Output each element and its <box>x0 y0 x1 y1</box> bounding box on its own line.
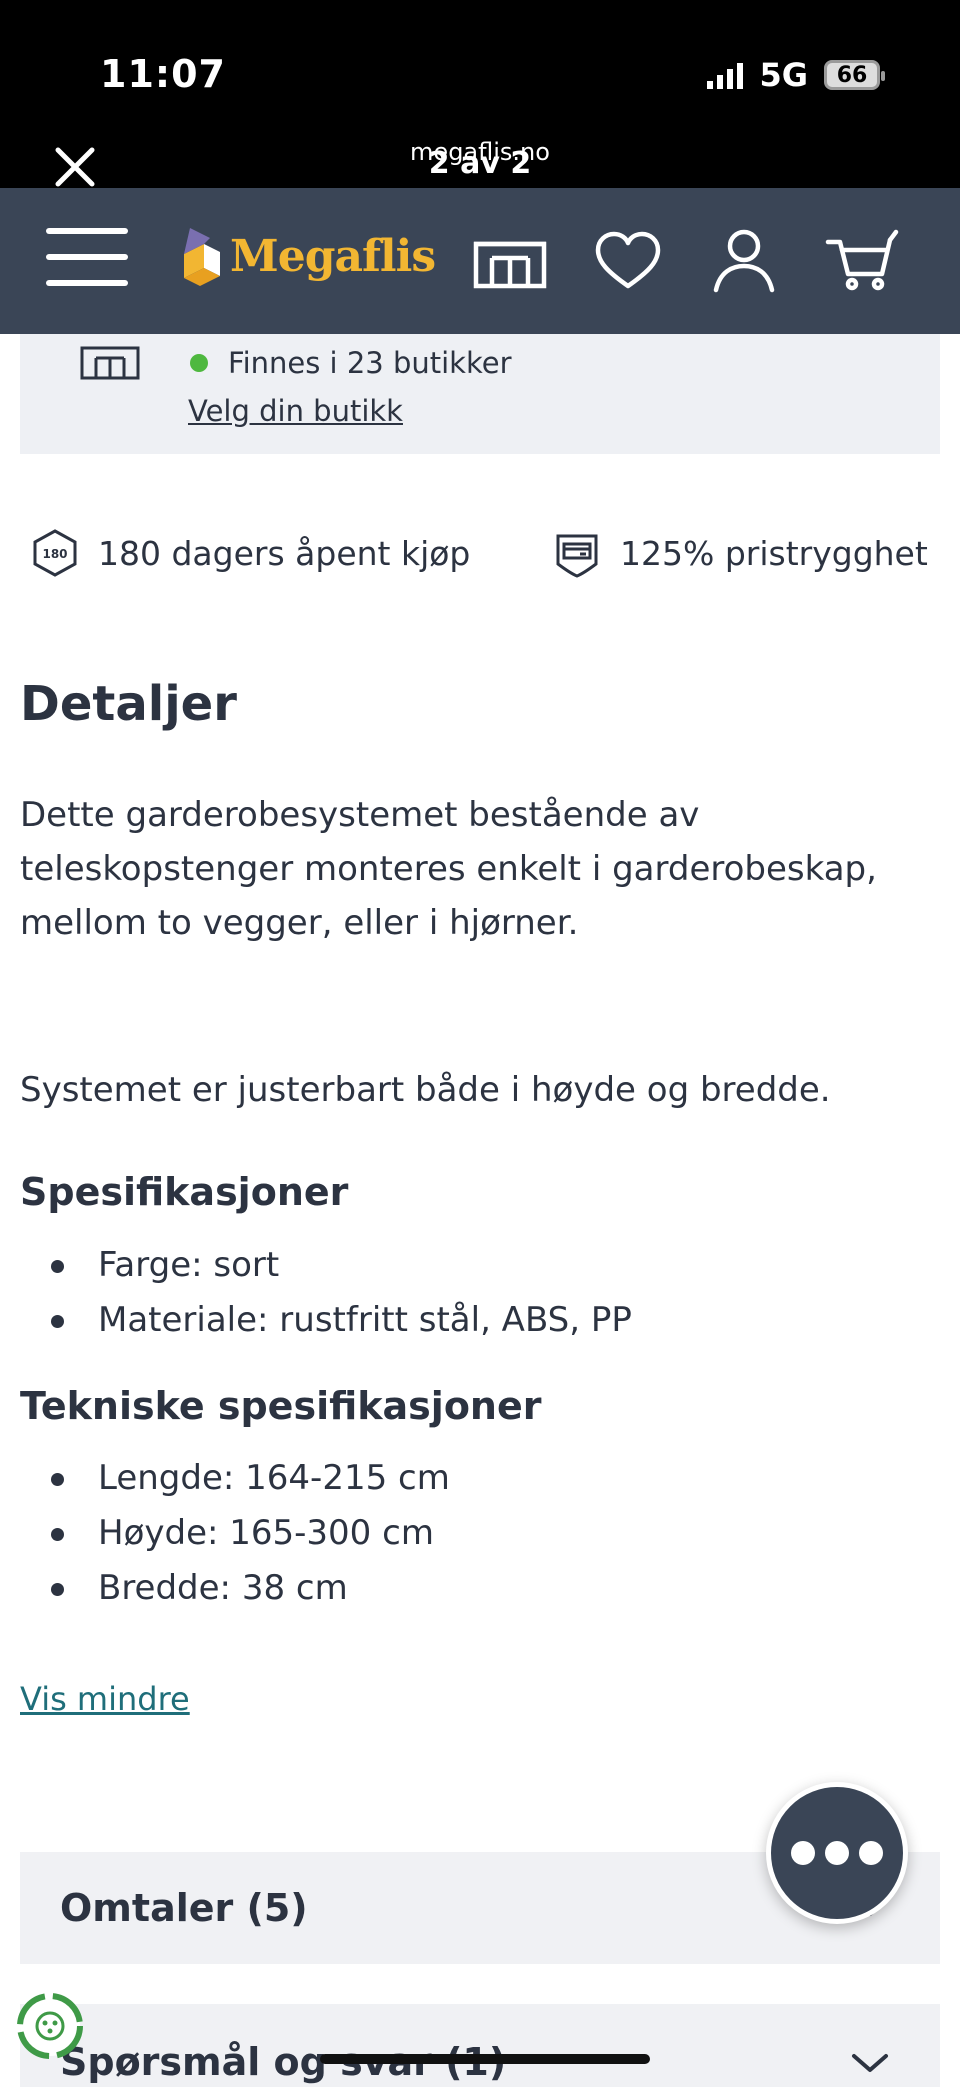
show-less-link[interactable]: Vis mindre <box>20 1680 190 1718</box>
specs-list: Farge: sort Materiale: rustfritt stål, A… <box>48 1238 632 1348</box>
eco-recycle-icon[interactable] <box>14 1990 86 2062</box>
viewer-counter: 2 av 2 <box>428 146 532 181</box>
network-type: 5G <box>759 56 808 94</box>
heart-icon[interactable] <box>590 228 666 294</box>
home-indicator <box>320 2054 650 2064</box>
cart-icon[interactable] <box>824 228 900 294</box>
list-item: Høyde: 165-300 cm <box>48 1506 450 1561</box>
logo[interactable]: Megaflis <box>174 224 436 288</box>
chevron-down-icon <box>852 2054 888 2072</box>
list-item: Lengde: 164-215 cm <box>48 1451 450 1506</box>
specs-title: Spesifikasjoner <box>20 1170 349 1214</box>
availability-text: Finnes i 23 butikker <box>228 346 512 380</box>
list-item: Farge: sort <box>48 1238 632 1293</box>
menu-icon[interactable] <box>46 228 128 290</box>
usp-open-purchase-label: 180 dagers åpent kjøp <box>98 533 471 573</box>
details-paragraph-1: Dette garderobesystemet bestående av tel… <box>20 795 877 943</box>
tech-specs-list: Lengde: 164-215 cm Høyde: 165-300 cm Bre… <box>48 1451 450 1616</box>
list-item: Materiale: rustfritt stål, ABS, PP <box>48 1293 632 1348</box>
details-title: Detaljer <box>20 676 237 732</box>
qa-accordion[interactable]: Spørsmål og svar (1) <box>20 2004 940 2087</box>
list-item: Bredde: 38 cm <box>48 1561 450 1616</box>
store-availability: Finnes i 23 butikker Velg din butikk <box>20 334 940 454</box>
choose-store-link[interactable]: Velg din butikk <box>188 394 403 428</box>
more-options-button[interactable] <box>766 1782 908 1924</box>
usp-price-guarantee-label: 125% pristrygghet <box>620 533 928 573</box>
status-bar: 11:07 5G 66 megaflis.no 2 av 2 <box>0 0 960 188</box>
tech-specs-title: Tekniske spesifikasjoner <box>20 1384 542 1428</box>
open-purchase-badge-icon: 180 <box>33 529 77 577</box>
brand-name: Megaflis <box>230 230 436 282</box>
store-icon[interactable] <box>472 228 548 294</box>
usp-price-guarantee: 125% pristrygghet <box>552 528 928 578</box>
battery-icon: 66 <box>824 60 885 90</box>
user-icon[interactable] <box>706 228 782 294</box>
reviews-accordion-label: Omtaler (5) <box>60 1886 308 1930</box>
price-guarantee-icon <box>556 534 598 578</box>
site-header: Megaflis <box>0 188 960 334</box>
usp-open-purchase: 180 180 dagers åpent kjøp <box>30 528 470 578</box>
signal-icon <box>707 61 744 89</box>
status-time: 11:07 <box>100 52 226 96</box>
store-icon <box>80 346 140 380</box>
availability-dot-icon <box>190 354 208 372</box>
logo-mark-icon <box>184 228 220 286</box>
open-purchase-badge-number: 180 <box>42 547 67 561</box>
details-paragraph-2: Systemet er justerbart både i høyde og b… <box>20 1070 831 1110</box>
status-indicators: 5G 66 <box>707 56 885 94</box>
